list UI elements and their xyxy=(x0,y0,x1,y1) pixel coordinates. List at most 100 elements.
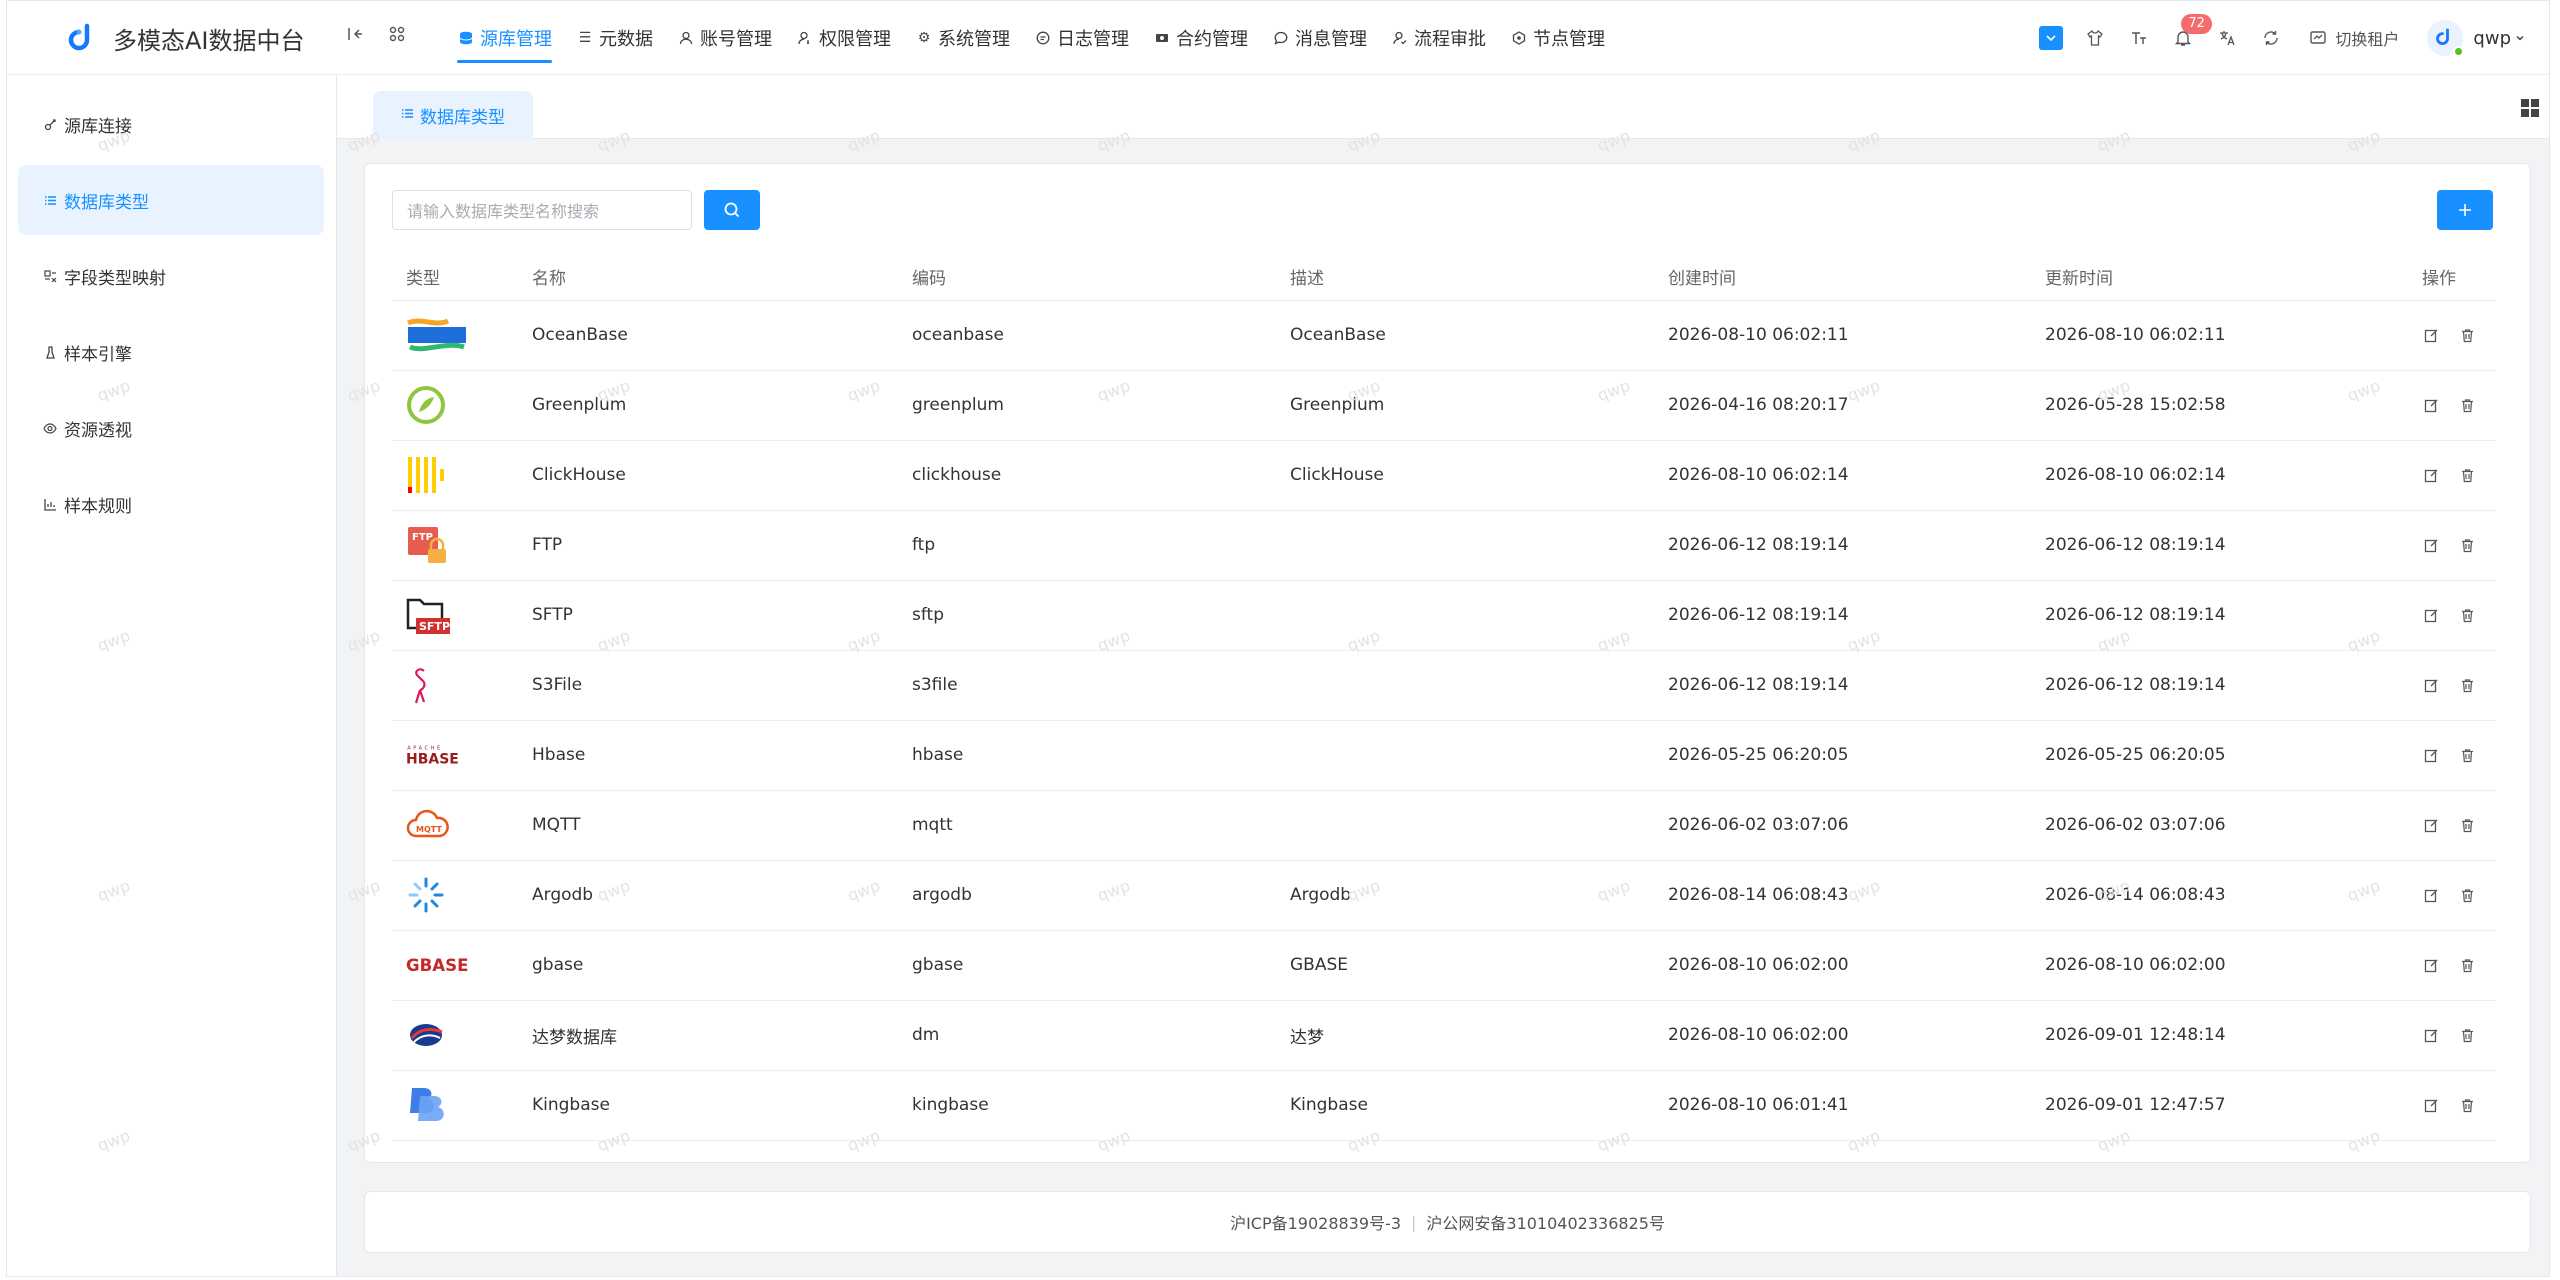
search-button[interactable] xyxy=(704,190,760,230)
table-row: MQTT MQTT mqtt 2026-06-02 03:07:06 2026-… xyxy=(392,790,2496,861)
sidebar-item-label: 资源透视 xyxy=(64,420,132,441)
nav-item-system[interactable]: ⚙ 系统管理 xyxy=(903,1,1022,75)
mqtt-logo-text: MQTT xyxy=(416,825,442,834)
sidebar-item-db-types[interactable]: 数据库类型 xyxy=(18,165,324,235)
edit-icon[interactable] xyxy=(2422,956,2440,974)
row-desc: ClickHouse xyxy=(1276,440,1654,511)
search-input[interactable]: 请输入数据库类型名称搜索 xyxy=(392,190,692,230)
ftp-logo-text: FTP xyxy=(412,532,433,543)
notification-bell-icon[interactable]: 72 xyxy=(2161,14,2212,60)
sidebar-item-sample-rules[interactable]: 样本规则 xyxy=(18,469,324,539)
edit-icon[interactable] xyxy=(2422,676,2440,694)
sidebar-item-field-mapping[interactable]: 字段类型映射 xyxy=(18,241,324,311)
edit-icon[interactable] xyxy=(2422,1096,2440,1114)
police-record-link[interactable]: 沪公网安备31010402336825号 xyxy=(1426,1210,1665,1234)
log-icon xyxy=(1034,29,1052,47)
delete-icon[interactable] xyxy=(2458,956,2476,974)
col-header-updated: 更新时间 xyxy=(2031,254,2408,301)
row-name: Argodb xyxy=(518,860,898,931)
row-created: 2026-08-10 06:02:14 xyxy=(1654,440,2031,511)
theme-skin-icon[interactable] xyxy=(2073,16,2117,60)
col-header-desc: 描述 xyxy=(1276,254,1654,301)
nav-item-messages[interactable]: 消息管理 xyxy=(1260,1,1379,75)
engine-icon xyxy=(42,344,58,360)
nav-item-nodes[interactable]: 节点管理 xyxy=(1498,1,1617,75)
sidebar-item-resource-view[interactable]: 资源透视 xyxy=(18,393,324,463)
delete-icon[interactable] xyxy=(2458,1096,2476,1114)
list-icon: ☰ xyxy=(578,30,592,46)
grid-layout-icon[interactable] xyxy=(2519,97,2541,119)
nav-label: 元数据 xyxy=(599,29,653,50)
sidebar-item-label: 样本引擎 xyxy=(64,344,132,365)
edit-icon[interactable] xyxy=(2422,1026,2440,1044)
add-button[interactable] xyxy=(2437,190,2493,230)
col-header-name: 名称 xyxy=(518,254,898,301)
delete-icon[interactable] xyxy=(2458,886,2476,904)
delete-icon[interactable] xyxy=(2458,816,2476,834)
table-row: SFTP SFTP sftp 2026-06-12 08:19:14 2026-… xyxy=(392,580,2496,651)
collapse-sidebar-icon[interactable] xyxy=(343,25,367,49)
edit-icon[interactable] xyxy=(2422,466,2440,484)
dropdown-toggle[interactable] xyxy=(2029,16,2073,60)
nav-item-approval[interactable]: 流程审批 xyxy=(1379,1,1498,75)
sftp-logo-text: SFTP xyxy=(419,620,450,633)
table-header-row: 类型 名称 编码 描述 创建时间 更新时间 操作 xyxy=(392,254,2496,301)
delete-icon[interactable] xyxy=(2458,396,2476,414)
nav-item-accounts[interactable]: 账号管理 xyxy=(665,1,784,75)
row-code: argodb xyxy=(898,860,1276,931)
delete-icon[interactable] xyxy=(2458,676,2476,694)
sidebar-item-source-connection[interactable]: 源库连接 xyxy=(18,89,324,159)
list-icon xyxy=(42,192,58,208)
delete-icon[interactable] xyxy=(2458,1026,2476,1044)
row-code: kingbase xyxy=(898,1070,1276,1141)
row-updated: 2026-06-12 08:19:14 xyxy=(2031,580,2408,651)
edit-icon[interactable] xyxy=(2422,746,2440,764)
nav-item-contracts[interactable]: 合约管理 xyxy=(1141,1,1260,75)
nav-item-logs[interactable]: 日志管理 xyxy=(1022,1,1141,75)
sidebar-item-sample-engine[interactable]: 样本引擎 xyxy=(18,317,324,387)
row-actions xyxy=(2408,370,2496,441)
edit-icon[interactable] xyxy=(2422,326,2440,344)
database-icon xyxy=(457,29,475,47)
online-status-dot xyxy=(2453,46,2465,57)
kingbase-logo xyxy=(406,1085,476,1125)
edit-icon[interactable] xyxy=(2422,886,2440,904)
edit-icon[interactable] xyxy=(2422,536,2440,554)
row-created: 2026-06-12 08:19:14 xyxy=(1654,510,2031,581)
tab-label: 数据库类型 xyxy=(420,107,505,128)
nav-label: 节点管理 xyxy=(1533,29,1605,50)
username: qwp xyxy=(2473,27,2511,49)
footer-divider: | xyxy=(1411,1212,1417,1232)
col-header-type: 类型 xyxy=(392,254,518,301)
row-code: oceanbase xyxy=(898,300,1276,371)
edit-icon[interactable] xyxy=(2422,816,2440,834)
delete-icon[interactable] xyxy=(2458,466,2476,484)
apps-icon[interactable] xyxy=(385,25,409,49)
sidebar-item-label: 样本规则 xyxy=(64,496,132,517)
font-size-icon[interactable] xyxy=(2117,16,2161,60)
delete-icon[interactable] xyxy=(2458,536,2476,554)
delete-icon[interactable] xyxy=(2458,326,2476,344)
nav-label: 日志管理 xyxy=(1057,29,1129,50)
nav-item-metadata[interactable]: ☰ 元数据 xyxy=(564,1,665,75)
delete-icon[interactable] xyxy=(2458,746,2476,764)
user-menu[interactable]: qwp xyxy=(2427,20,2525,57)
row-created: 2026-08-10 06:02:00 xyxy=(1654,1000,2031,1071)
translate-icon[interactable] xyxy=(2205,16,2249,60)
tab-db-types[interactable]: 数据库类型 xyxy=(373,91,533,139)
refresh-icon[interactable] xyxy=(2249,16,2293,60)
link-icon xyxy=(42,116,58,132)
row-updated: 2026-05-25 06:20:05 xyxy=(2031,720,2408,791)
switch-tenant-button[interactable]: 切换租户 xyxy=(2309,26,2399,50)
app-logo[interactable]: 多模态AI数据中台 xyxy=(67,21,305,56)
icp-record-link[interactable]: 沪ICP备19028839号-3 xyxy=(1230,1210,1401,1234)
edit-icon[interactable] xyxy=(2422,396,2440,414)
edit-icon[interactable] xyxy=(2422,606,2440,624)
delete-icon[interactable] xyxy=(2458,606,2476,624)
message-icon xyxy=(1272,29,1290,47)
nav-item-source-db[interactable]: 源库管理 xyxy=(445,1,564,75)
argodb-logo xyxy=(406,875,476,915)
row-code: greenplum xyxy=(898,370,1276,441)
nav-item-permissions[interactable]: 权限管理 xyxy=(784,1,903,75)
hbase-logo-top-text: APACHE xyxy=(407,745,442,751)
